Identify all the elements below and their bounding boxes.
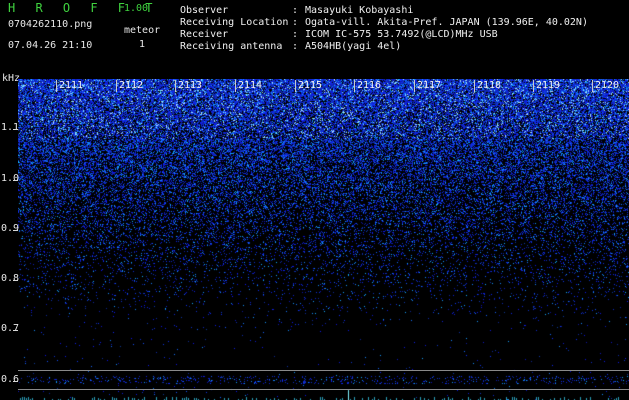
minute-mark-2117	[414, 80, 415, 92]
minute-label-2118: 2118	[477, 80, 502, 91]
minute-mark-2114	[235, 80, 236, 92]
filename: 0704262110.png	[8, 19, 93, 30]
tick-mark-0-8	[13, 280, 18, 281]
app-version: 1.00	[124, 3, 149, 14]
minute-mark-2112	[116, 80, 117, 92]
tick-mark-0-7	[13, 330, 18, 331]
antenna-label: Receiving antenna	[180, 41, 283, 52]
minute-label-2117: 2117	[417, 80, 442, 91]
meteor-label: meteor	[124, 25, 161, 36]
minute-mark-2120	[592, 80, 593, 92]
tick-label-1-0: 1.0	[1, 173, 20, 184]
minute-label-2116: 2116	[357, 80, 382, 91]
tick-mark-0-6	[13, 381, 18, 382]
tick-mark-1-0	[13, 180, 18, 181]
datetime: 07.04.26 21:10	[8, 40, 93, 51]
observer-separator: :	[292, 5, 299, 16]
minute-mark-2118	[474, 80, 475, 92]
receiver-label: Receiver	[180, 29, 229, 40]
location-separator: :	[292, 17, 299, 28]
observer-label: Observer	[180, 5, 229, 16]
minute-label-2114: 2114	[238, 80, 263, 91]
minute-mark-2116	[354, 80, 355, 92]
tick-mark-1-1	[13, 129, 18, 130]
minute-mark-2113	[175, 80, 176, 92]
tick-label-1-1: 1.1	[1, 122, 20, 133]
tick-label-0-7: 0.7	[1, 323, 20, 334]
minute-label-2120: 2120	[595, 80, 620, 91]
minute-label-2111: 2111	[59, 80, 84, 91]
tick-mark-0-9	[13, 230, 18, 231]
observer-value: Masayuki Kobayashi	[305, 5, 414, 16]
location-value: Ogata-vill. Akita-Pref. JAPAN (139.96E, …	[305, 17, 588, 28]
minute-label-2112: 2112	[119, 80, 144, 91]
spectrogram-display	[18, 79, 629, 400]
tick-label-0-9: 0.9	[1, 223, 20, 234]
minute-mark-2111	[56, 80, 57, 92]
band-line-lower	[18, 389, 629, 390]
minute-label-2115: 2115	[298, 80, 323, 91]
meteor-count: 1	[139, 39, 146, 50]
antenna-value: A504HB(yagi 4el)	[305, 41, 402, 52]
location-label: Receiving Location	[180, 17, 289, 28]
receiver-value: ICOM IC-575 53.7492(@LCD)MHz USB	[305, 29, 498, 40]
minute-label-2119: 2119	[536, 80, 561, 91]
receiver-separator: :	[292, 29, 299, 40]
tick-label-0-6: 0.6	[1, 374, 20, 385]
minute-mark-2119	[533, 80, 534, 92]
minute-mark-2115	[295, 80, 296, 92]
band-line-upper	[18, 370, 629, 371]
minute-label-2113: 2113	[178, 80, 203, 91]
tick-label-0-8: 0.8	[1, 273, 20, 284]
antenna-separator: :	[292, 41, 299, 52]
